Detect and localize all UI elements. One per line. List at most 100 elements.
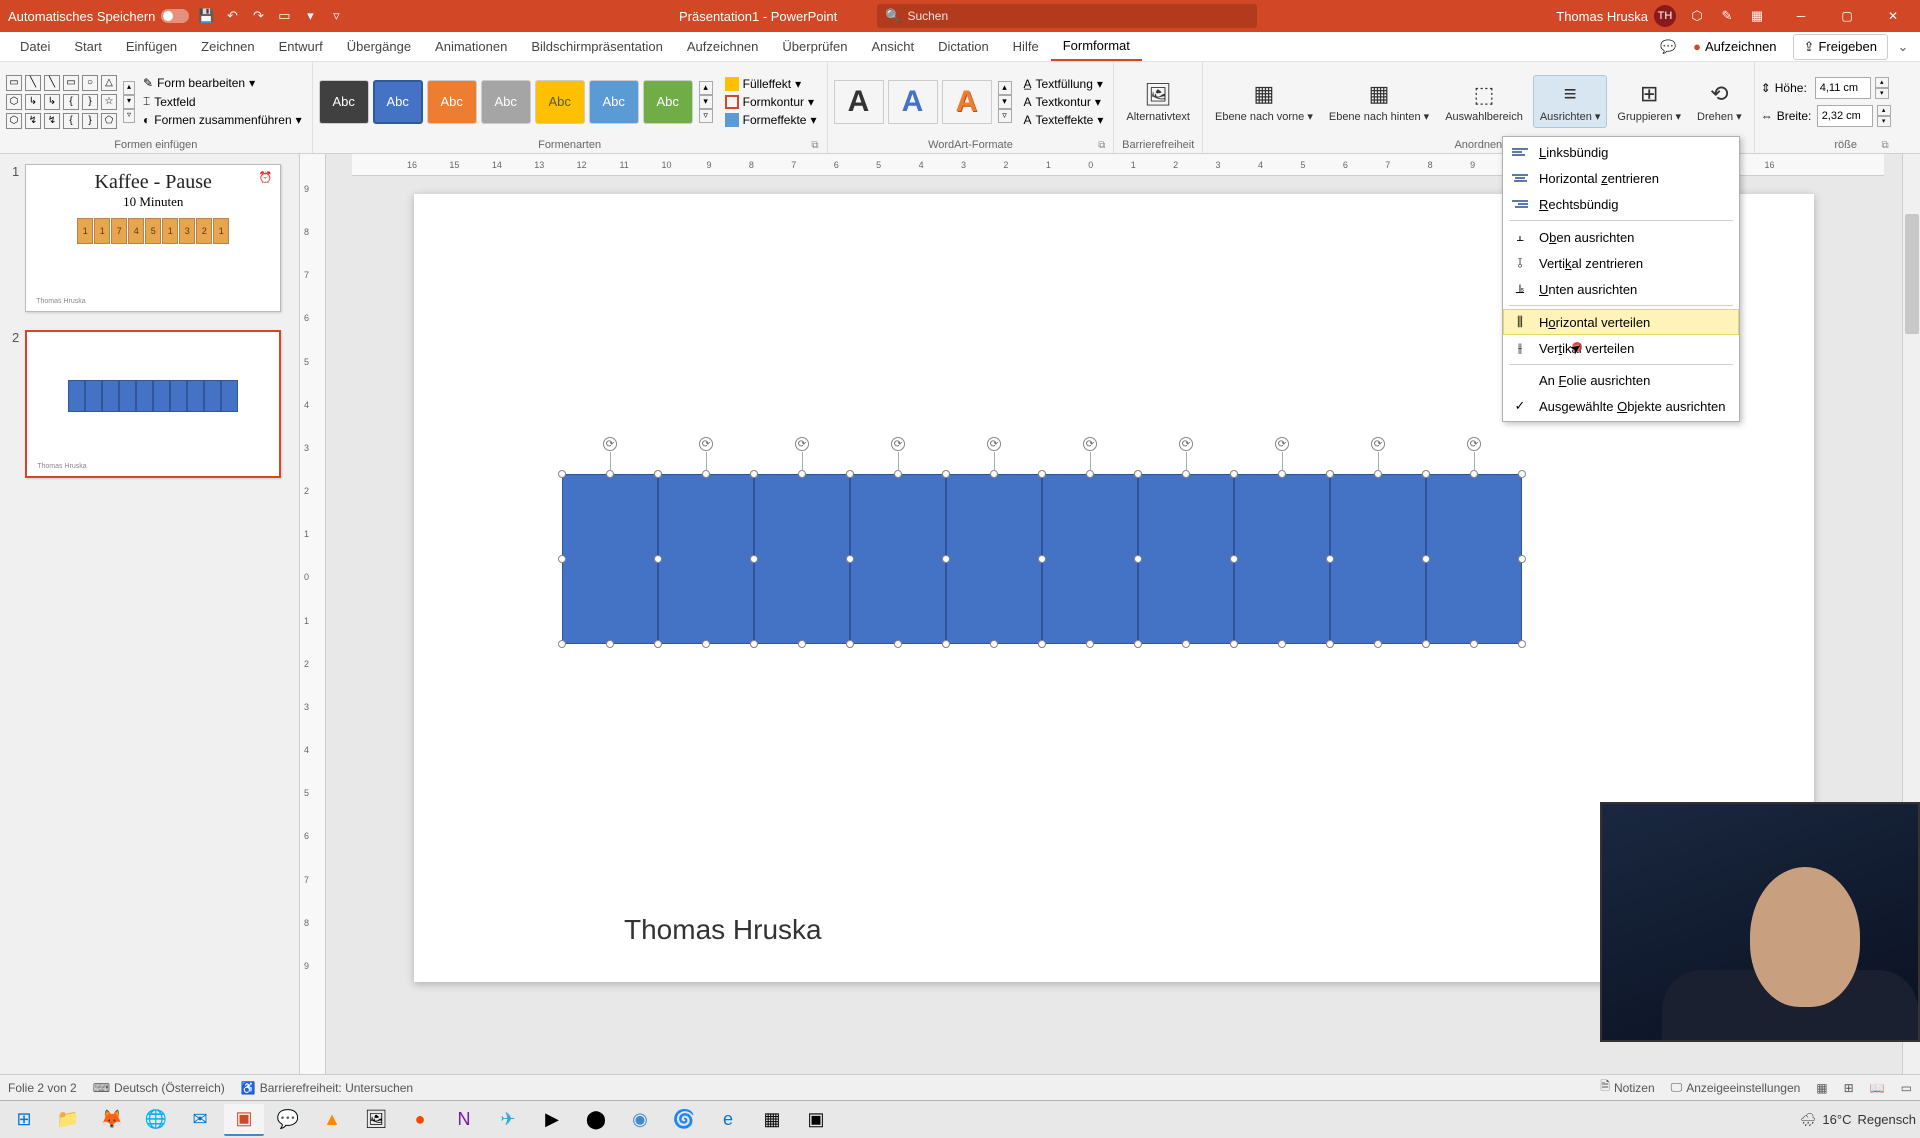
align-top-item[interactable]: ⫠ Oben ausrichten (1503, 224, 1739, 250)
selection-handle[interactable] (1134, 640, 1142, 648)
draw-icon[interactable]: ✎ (1718, 7, 1736, 25)
selection-handle[interactable] (894, 470, 902, 478)
save-icon[interactable]: 💾 (197, 7, 215, 25)
selection-handle[interactable] (1422, 470, 1430, 478)
maximize-button[interactable]: ▢ (1824, 0, 1870, 32)
shape-rectangle[interactable]: ⟳ (946, 474, 1042, 644)
rotate-handle[interactable]: ⟳ (1371, 437, 1385, 451)
app-icon-7[interactable]: ▦ (752, 1104, 792, 1136)
tab-dictation[interactable]: Dictation (926, 33, 1001, 60)
selection-handle[interactable] (1470, 640, 1478, 648)
tab-uebergaenge[interactable]: Übergänge (335, 33, 423, 60)
powerpoint-icon[interactable]: ▣ (224, 1104, 264, 1136)
selection-handle[interactable] (798, 640, 806, 648)
sorter-view-icon[interactable]: ⊞ (1844, 1081, 1854, 1095)
align-center-h-item[interactable]: Horizontal zentrieren (1503, 165, 1739, 191)
edge-icon[interactable]: e (708, 1104, 748, 1136)
style-down-icon[interactable]: ▾ (699, 95, 713, 109)
merge-shapes-button[interactable]: ◐Formen zusammenführen ▾ (139, 112, 306, 128)
wa-more-icon[interactable]: ▿ (998, 109, 1012, 123)
tab-einfuegen[interactable]: Einfügen (114, 33, 189, 60)
thumbnail-2[interactable]: Thomas Hruska (25, 330, 281, 478)
selection-handle[interactable] (558, 640, 566, 648)
style-up-icon[interactable]: ▴ (699, 81, 713, 95)
onenote-icon[interactable]: N (444, 1104, 484, 1136)
gallery-down-icon[interactable]: ▾ (123, 95, 135, 109)
qa-overflow-icon[interactable]: ▿ (327, 7, 345, 25)
align-center-v-item[interactable]: ⫱ Vertikal zentrieren (1503, 250, 1739, 276)
selection-handle[interactable] (558, 470, 566, 478)
rotate-handle[interactable]: ⟳ (1467, 437, 1481, 451)
slide-counter[interactable]: Folie 2 von 2 (8, 1081, 77, 1095)
shape-rectangle[interactable]: ⟳ (850, 474, 946, 644)
gallery-up-icon[interactable]: ▴ (123, 81, 135, 95)
distribute-vertical-item[interactable]: ⫲ Vertikal verteilen (1503, 335, 1739, 361)
selection-handle[interactable] (1470, 470, 1478, 478)
selection-handle[interactable] (1422, 555, 1430, 563)
outlook-icon[interactable]: ✉ (180, 1104, 220, 1136)
shape-outline-button[interactable]: Formkontur ▾ (721, 94, 821, 110)
selection-handle[interactable] (702, 640, 710, 648)
textbox-button[interactable]: ⌶Textfeld (139, 93, 306, 110)
align-button[interactable]: ≡ Ausrichten ▾ (1533, 75, 1608, 128)
width-down-icon[interactable]: ▾ (1877, 116, 1891, 127)
shape-rectangle[interactable]: ⟳ (1426, 474, 1522, 644)
selection-handle[interactable] (846, 640, 854, 648)
send-backward-button[interactable]: ▦ Ebene nach hinten ▾ (1323, 76, 1435, 127)
distribute-horizontal-item[interactable]: ⫼ Horizontal verteilen (1503, 309, 1739, 335)
slideshow-view-icon[interactable]: ▭ (1901, 1081, 1912, 1095)
selection-handle[interactable] (606, 640, 614, 648)
align-to-slide-item[interactable]: An Folie ausrichten (1503, 368, 1739, 393)
height-up-icon[interactable]: ▴ (1875, 77, 1889, 88)
rotate-handle[interactable]: ⟳ (987, 437, 1001, 451)
wordart-style-2[interactable]: A (888, 80, 938, 124)
record-button[interactable]: ● Aufzeichnen (1683, 35, 1786, 58)
shape-style-gallery[interactable]: Abc Abc Abc Abc Abc Abc Abc (319, 80, 693, 124)
selection-handle[interactable] (1326, 470, 1334, 478)
from-beginning-icon[interactable]: ▭ (275, 7, 293, 25)
groesse-launcher-icon[interactable]: ⧉ (1882, 140, 1889, 151)
selection-handle[interactable] (942, 555, 950, 563)
formenarten-launcher-icon[interactable]: ⧉ (811, 140, 818, 151)
collapse-ribbon-icon[interactable]: ⌄ (1894, 38, 1912, 56)
rotate-handle[interactable]: ⟳ (1083, 437, 1097, 451)
selection-handle[interactable] (1374, 470, 1382, 478)
selection-handle[interactable] (1518, 470, 1526, 478)
selection-handle[interactable] (1038, 640, 1046, 648)
vlc-icon[interactable]: ▲ (312, 1104, 352, 1136)
firefox-icon[interactable]: 🦊 (92, 1104, 132, 1136)
selection-handle[interactable] (1230, 640, 1238, 648)
selection-handle[interactable] (702, 470, 710, 478)
selection-handle[interactable] (558, 555, 566, 563)
gallery-more-icon[interactable]: ▿ (123, 109, 135, 123)
text-outline-button[interactable]: ATextkontur ▾ (1020, 94, 1108, 110)
chrome-icon[interactable]: 🌐 (136, 1104, 176, 1136)
obs-icon[interactable]: ⬤ (576, 1104, 616, 1136)
selection-handle[interactable] (798, 470, 806, 478)
accessibility-check-button[interactable]: ♿ Barrierefreiheit: Untersuchen (241, 1081, 413, 1095)
shape-gallery[interactable]: ▭╲╲▭○△ ⬡↳↳{}☆ ⬡↯↯{}⬠ (6, 75, 117, 129)
selection-handle[interactable] (1518, 640, 1526, 648)
selection-handle[interactable] (1182, 640, 1190, 648)
tab-ueberpruefen[interactable]: Überprüfen (770, 33, 859, 60)
style-more-icon[interactable]: ▿ (699, 109, 713, 123)
rotate-handle[interactable]: ⟳ (1179, 437, 1193, 451)
explorer-icon[interactable]: 📁 (48, 1104, 88, 1136)
app-icon-6[interactable]: 🌀 (664, 1104, 704, 1136)
coming-soon-icon[interactable]: ⬡ (1688, 7, 1706, 25)
shape-rectangle[interactable]: ⟳ (1042, 474, 1138, 644)
selection-handle[interactable] (1422, 640, 1430, 648)
autosave-toggle[interactable]: Automatisches Speichern (8, 9, 189, 24)
minimize-button[interactable]: ─ (1778, 0, 1824, 32)
share-button[interactable]: ⇪ Freigeben (1793, 34, 1888, 60)
selection-handle[interactable] (1278, 640, 1286, 648)
width-up-icon[interactable]: ▴ (1877, 105, 1891, 116)
height-input[interactable] (1815, 77, 1871, 99)
shape-rectangle[interactable]: ⟳ (754, 474, 850, 644)
style-swatch-green[interactable]: Abc (643, 80, 693, 124)
tab-datei[interactable]: Datei (8, 33, 62, 60)
style-swatch-yellow[interactable]: Abc (535, 80, 585, 124)
selection-handle[interactable] (654, 640, 662, 648)
wordart-style-3[interactable]: A (942, 80, 992, 124)
rotate-handle[interactable]: ⟳ (1275, 437, 1289, 451)
